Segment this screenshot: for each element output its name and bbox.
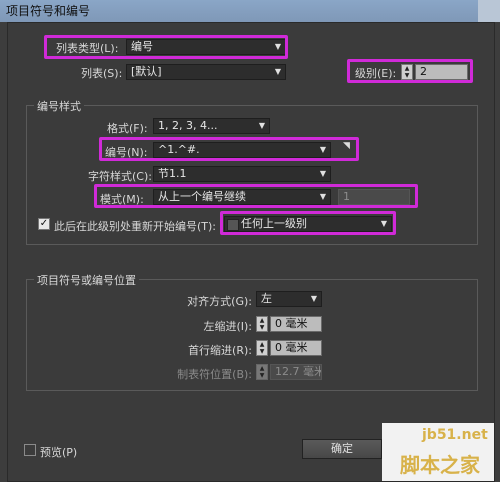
numbering-style-title: 编号样式 [34,98,84,114]
preview-checkbox[interactable] [24,444,36,456]
char-style-value: 节1.1 [158,167,187,180]
list-value: [默认] [131,65,162,78]
highlight-restart-level [220,211,396,235]
position-group [26,279,478,391]
first-line-indent-label: 首行缩进(R): [188,344,252,357]
watermark-panel: jb51.net 脚本之家 [382,423,494,481]
restart-numbering-label: 此后在此级别处重新开始编号(T): [54,220,217,233]
list-dropdown[interactable]: [默认] ▼ [126,64,286,80]
tab-position-value: 12.7 毫米 [275,365,322,378]
watermark-brand: 脚本之家 [400,453,480,477]
titlebar-edge [478,0,500,22]
chevron-down-icon: ▼ [258,121,266,130]
alignment-dropdown[interactable]: 左 ▼ [256,291,322,307]
watermark-site: jb51.net [422,427,488,443]
first-line-indent-spinner[interactable]: ▲ ▼ [256,340,268,356]
char-style-label: 字符样式(C): [88,170,152,183]
highlight-list-type [44,35,288,59]
highlight-level [347,59,473,83]
alignment-value: 左 [261,292,272,305]
restart-numbering-checkbox[interactable]: ✓ [38,218,50,230]
chevron-down-icon: ▼ [319,169,327,178]
tab-position-spinner: ▲ ▼ [256,364,268,380]
ok-button[interactable]: 确定 [302,439,382,459]
left-indent-label: 左缩进(I): [203,320,252,333]
left-indent-spinner[interactable]: ▲ ▼ [256,316,268,332]
left-indent-value: 0 毫米 [275,317,308,330]
list-label: 列表(S): [81,67,123,80]
chevron-down-icon: ▼ [274,67,282,76]
first-line-indent-input[interactable]: 0 毫米 [270,340,322,356]
format-label: 格式(F): [107,122,148,135]
bullets-numbering-dialog: 列表类型(L): 编号 ▼ 列表(S): [默认] ▼ 级别(E): ▲ ▼ 2 … [7,22,495,482]
format-value: 1, 2, 3, 4... [158,119,218,132]
format-dropdown[interactable]: 1, 2, 3, 4... ▼ [153,118,270,134]
left-indent-input[interactable]: 0 毫米 [270,316,322,332]
window-titlebar: 项目符号和编号 [0,0,500,22]
position-title: 项目符号或编号位置 [34,272,139,288]
alignment-label: 对齐方式(G): [187,295,252,308]
chevron-down-icon: ▼ [310,294,318,303]
first-line-indent-value: 0 毫米 [275,341,308,354]
char-style-dropdown[interactable]: 节1.1 ▼ [153,166,331,182]
window-title: 项目符号和编号 [6,4,91,18]
tab-position-input: 12.7 毫米 [270,364,322,380]
highlight-mode [94,184,418,208]
preview-label: 预览(P) [40,446,78,459]
tab-position-label: 制表符位置(B): [177,368,252,381]
highlight-number [99,137,359,161]
